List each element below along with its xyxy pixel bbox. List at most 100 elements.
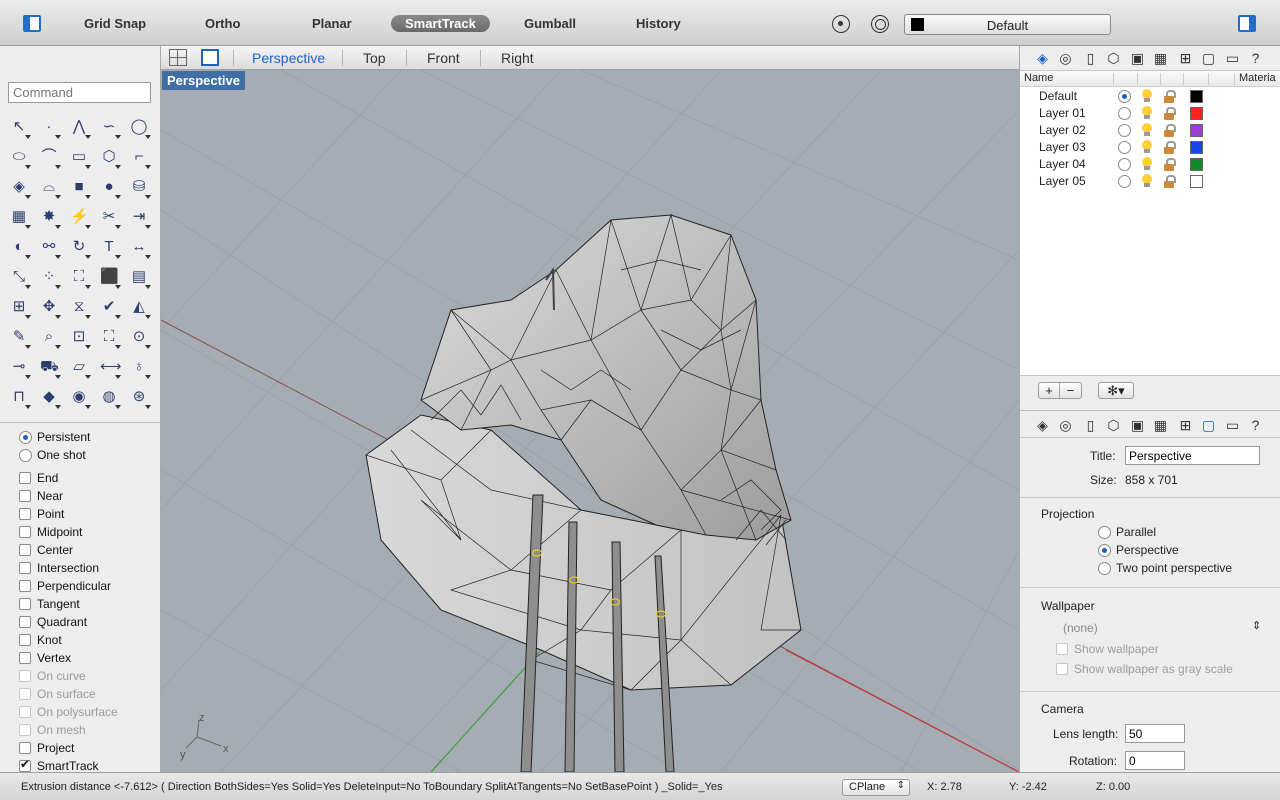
add-layer-button[interactable]: + [1039,383,1060,398]
check-icon[interactable]: ✔ [94,292,124,322]
texture-tab-icon[interactable]: ▦ [1152,50,1169,66]
layer-row[interactable]: Layer 02 [1020,122,1280,139]
history-toggle[interactable]: History [636,16,681,31]
rotate-icon[interactable]: ↻ [64,232,94,262]
text-icon[interactable]: T [94,232,124,262]
osnap-checkbox[interactable]: Tangent [19,597,80,611]
layer-visible-bulb-icon[interactable] [1141,89,1153,103]
osnap-checkbox[interactable]: Intersection [19,561,99,575]
layer-color-swatch[interactable] [1190,107,1203,120]
layer-row[interactable]: Layer 03 [1020,139,1280,156]
light-icon[interactable]: ♁ [124,352,154,382]
box-icon[interactable]: ■ [64,172,94,202]
point-icon[interactable]: · [34,112,64,142]
dimension-icon[interactable]: ↔ [124,232,154,262]
layer-name[interactable]: Layer 05 [1039,174,1086,188]
cplane-select[interactable]: CPlane ⇕ [842,779,910,796]
osnap-checkbox[interactable]: Vertex [19,651,71,665]
perspective-viewport[interactable]: x z y Perspective [161,70,1019,772]
tab-top[interactable]: Top [363,50,386,66]
layer-lock-icon[interactable] [1163,175,1176,188]
layer-color-swatch[interactable] [1190,124,1203,137]
patch-icon[interactable]: ▦ [4,202,34,232]
osnap-checkbox[interactable]: Quadrant [19,615,87,629]
document-tab-icon[interactable]: ▯ [1082,50,1099,66]
material-icon[interactable]: ◆ [34,382,64,412]
circle-icon[interactable]: ◯ [124,112,154,142]
zoom-extents-icon[interactable]: ⛶ [94,322,124,352]
current-layer-radio[interactable] [1118,107,1131,120]
osnap-checkbox[interactable]: On polysurface [19,705,118,719]
layer-name[interactable]: Default [1039,89,1077,103]
surface-icon[interactable]: ◈ [4,172,34,202]
layer-color-swatch[interactable] [1190,158,1203,171]
arc-icon[interactable]: ⌒ [34,142,64,172]
grid-snap-toggle[interactable]: Grid Snap [84,16,146,31]
zoom-icon[interactable]: ⌕ [34,322,64,352]
single-view-icon[interactable] [201,49,219,66]
osnap-checkbox[interactable]: Near [19,489,63,503]
layer-row[interactable]: Layer 01 [1020,105,1280,122]
analyze-icon[interactable]: ◭ [124,292,154,322]
osnap-checkbox[interactable]: Midpoint [19,525,82,539]
monitor-tab-icon[interactable]: ▭ [1224,50,1241,66]
planar-toggle[interactable]: Planar [312,16,352,31]
layer-options-gear-button[interactable]: ✻▾ [1098,382,1134,399]
layout-tab-icon[interactable]: ⊞ [1177,50,1194,66]
viewport-tab-icon[interactable]: ▢ [1200,50,1217,66]
object-properties-tab-icon[interactable]: ◎ [1057,50,1074,66]
layer-visible-bulb-icon[interactable] [1141,140,1153,154]
tab-front[interactable]: Front [427,50,460,66]
named-views-tab-icon[interactable]: ▣ [1129,417,1146,433]
display-tab-icon[interactable]: ⬡ [1105,417,1122,433]
wallpaper-select-arrows-icon[interactable]: ⇕ [1252,619,1261,632]
viewport-tab-icon[interactable]: ▢ [1200,417,1217,433]
command-input[interactable] [8,82,151,103]
scan-mesh-model[interactable] [365,213,802,691]
transform-icon[interactable]: ⤡ [4,262,34,292]
layer-lock-icon[interactable] [1163,124,1176,137]
layer-lock-icon[interactable] [1163,141,1176,154]
help-tab-icon[interactable]: ? [1247,417,1264,433]
join-icon[interactable]: ⚯ [34,232,64,262]
show-wallpaper-checkbox[interactable]: Show wallpaper [1056,642,1159,656]
layer-row[interactable]: Layer 05 [1020,173,1280,190]
layers-tab-icon[interactable]: ◈ [1034,417,1051,433]
current-layer-radio[interactable] [1118,90,1131,103]
layer-lock-icon[interactable] [1163,90,1176,103]
split-icon[interactable]: ⚡ [64,202,94,232]
current-layer-dropdown[interactable]: Default [904,14,1111,35]
cylinder-icon[interactable]: ⛁ [124,172,154,202]
layers-tab-icon[interactable]: ◈ [1034,50,1051,66]
name-column-header[interactable]: Name [1024,72,1053,84]
mirror-icon[interactable]: ⧖ [64,292,94,322]
layer-name[interactable]: Layer 02 [1039,123,1086,137]
camera-icon[interactable]: ⊸ [4,352,34,382]
color-wheel-icon[interactable]: ◉ [64,382,94,412]
current-layer-radio[interactable] [1118,175,1131,188]
layer-visible-bulb-icon[interactable] [1141,106,1153,120]
four-view-icon[interactable] [169,49,187,66]
ellipse-icon[interactable]: ⬭ [4,142,34,172]
osnap-checkbox[interactable]: On mesh [19,723,86,737]
show-wallpaper-gray-checkbox[interactable]: Show wallpaper as gray scale [1056,662,1233,676]
layer-visible-bulb-icon[interactable] [1141,157,1153,171]
current-layer-radio[interactable] [1118,158,1131,171]
gumball-icon[interactable]: ✥ [34,292,64,322]
document-tab-icon[interactable]: ▯ [1082,417,1099,433]
left-panel-toggle-icon[interactable] [23,15,41,32]
osnap-mode-radio[interactable]: One shot [19,448,86,462]
monitor-tab-icon[interactable]: ▭ [1224,417,1241,433]
projection-radio[interactable]: Two point perspective [1098,561,1232,575]
smarttrack-toggle[interactable]: SmartTrack [391,15,490,32]
layer-lock-icon[interactable] [1163,158,1176,171]
osnap-checkbox[interactable]: Perpendicular [19,579,111,593]
car-icon[interactable]: ⛟ [34,352,64,382]
array-icon[interactable]: ⁘ [34,262,64,292]
tab-perspective[interactable]: Perspective [252,50,325,66]
explode-icon[interactable]: ✸ [34,202,64,232]
boolean-icon[interactable]: ◐ [4,232,34,262]
curve-icon[interactable]: ∽ [94,112,124,142]
ground-plane-icon[interactable]: ▱ [64,352,94,382]
lock-icon[interactable]: ⊓ [4,382,34,412]
